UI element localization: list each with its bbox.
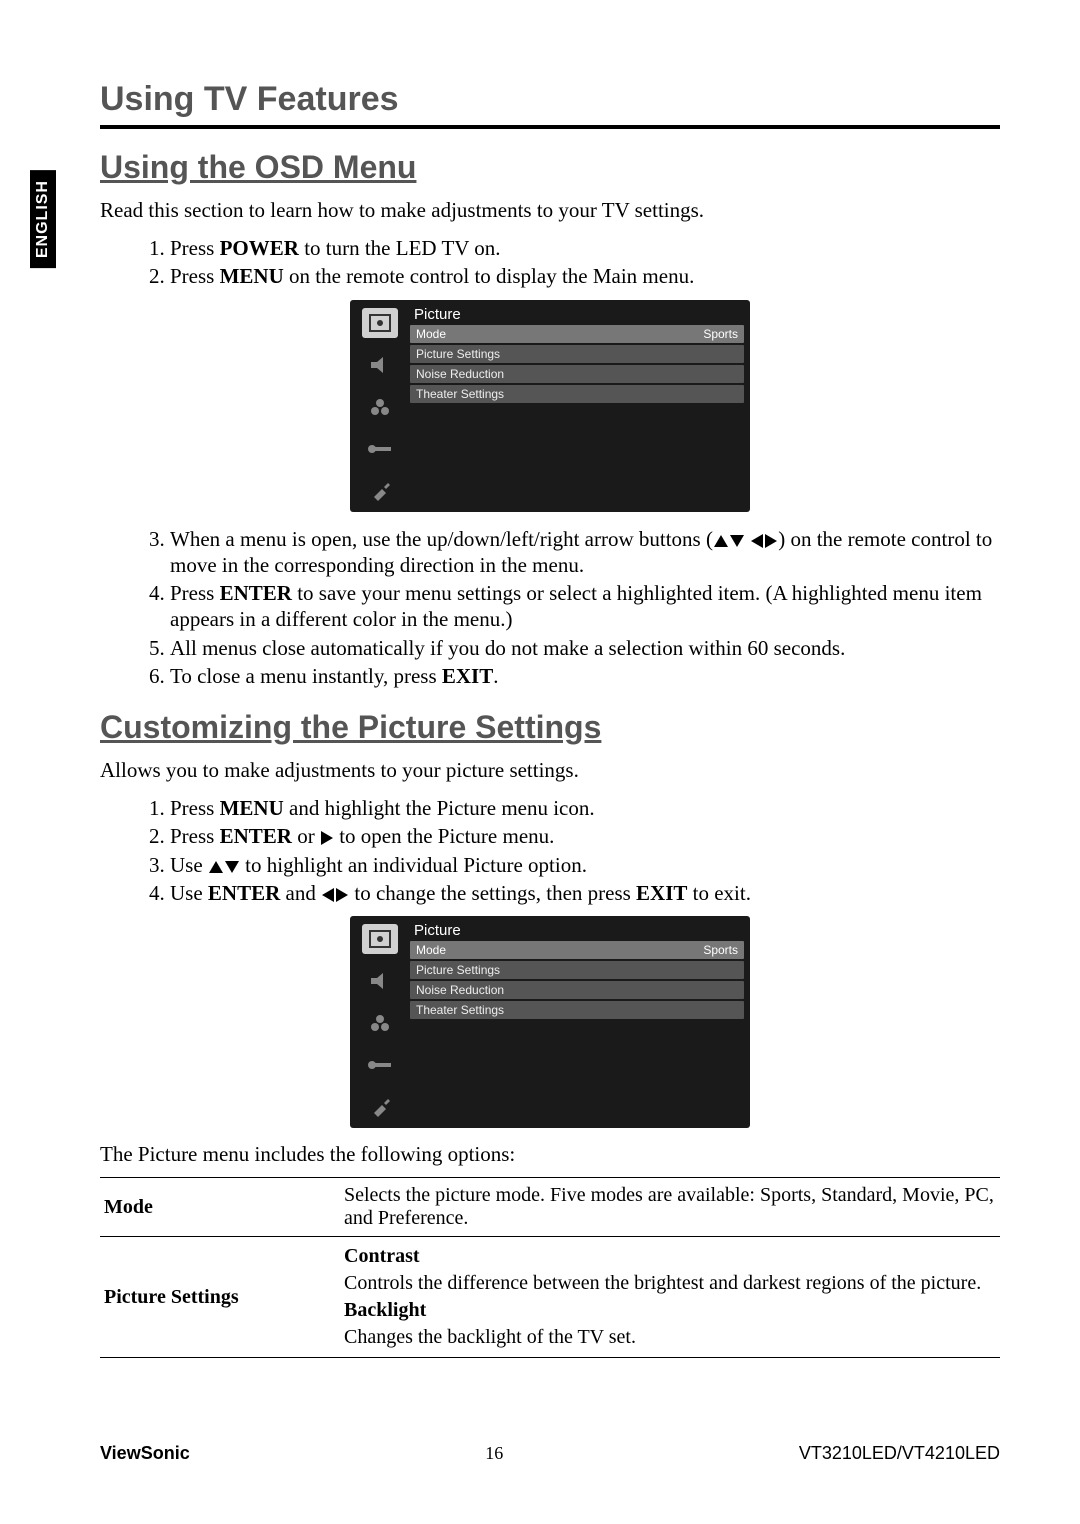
channel-icon	[362, 392, 398, 422]
step-2: Press ENTER or to open the Picture menu.	[170, 823, 1000, 849]
up-down-arrow-icon	[208, 853, 240, 877]
section-heading-picture: Customizing the Picture Settings	[100, 709, 1000, 746]
arrow-buttons-icon	[713, 527, 778, 551]
footer-model: VT3210LED/VT4210LED	[799, 1443, 1000, 1464]
lock-icon	[362, 434, 398, 464]
osd-row-noise-reduction: Noise Reduction	[410, 365, 744, 383]
section1-steps: Press POWER to turn the LED TV on. Press…	[100, 235, 1000, 290]
option-mode-label: Mode	[100, 1178, 340, 1237]
step-2: Press MENU on the remote control to disp…	[170, 263, 1000, 289]
step-5: All menus close automatically if you do …	[170, 635, 1000, 661]
table-row: Picture Settings Contrast Controls the d…	[100, 1237, 1000, 1358]
audio-icon	[362, 966, 398, 996]
options-table: Mode Selects the picture mode. Five mode…	[100, 1177, 1000, 1358]
option-mode-desc: Selects the picture mode. Five modes are…	[340, 1178, 1000, 1237]
right-arrow-icon	[320, 824, 334, 848]
osd-row-picture-settings: Picture Settings	[410, 345, 744, 363]
osd-row-noise-reduction: Noise Reduction	[410, 981, 744, 999]
option-ps-label: Picture Settings	[100, 1237, 340, 1358]
step-6: To close a menu instantly, press EXIT.	[170, 663, 1000, 689]
osd-row-mode: ModeSports	[410, 325, 744, 343]
osd-title: Picture	[410, 306, 744, 325]
language-tab: ENGLISH	[30, 170, 56, 268]
section1-steps-cont: When a menu is open, use the up/down/lef…	[100, 526, 1000, 690]
step-4: Press ENTER to save your menu settings o…	[170, 580, 1000, 633]
table-row: Mode Selects the picture mode. Five mode…	[100, 1178, 1000, 1237]
step-4: Use ENTER and to change the settings, th…	[170, 880, 1000, 906]
options-intro: The Picture menu includes the following …	[100, 1142, 1000, 1167]
page-footer: ViewSonic 16 VT3210LED/VT4210LED	[100, 1443, 1000, 1464]
osd-row-theater-settings: Theater Settings	[410, 1001, 744, 1019]
setup-icon	[362, 476, 398, 506]
osd-row-mode: ModeSports	[410, 941, 744, 959]
picture-icon	[362, 308, 398, 338]
option-ps-desc: Contrast Controls the difference between…	[340, 1237, 1000, 1358]
contrast-heading: Contrast	[344, 1243, 996, 1270]
osd-title: Picture	[410, 922, 744, 941]
step-3: When a menu is open, use the up/down/lef…	[170, 526, 1000, 579]
page-title: Using TV Features	[100, 80, 1000, 119]
step-1: Press MENU and highlight the Picture men…	[170, 795, 1000, 821]
picture-icon	[362, 924, 398, 954]
lock-icon	[362, 1050, 398, 1080]
osd-menu-screenshot-1: Picture ModeSports Picture Settings Nois…	[350, 300, 750, 512]
backlight-heading: Backlight	[344, 1297, 996, 1324]
step-1: Press POWER to turn the LED TV on.	[170, 235, 1000, 261]
section1-intro: Read this section to learn how to make a…	[100, 198, 1000, 223]
backlight-desc: Changes the backlight of the TV set.	[344, 1324, 996, 1351]
setup-icon	[362, 1092, 398, 1122]
step-3: Use to highlight an individual Picture o…	[170, 852, 1000, 878]
left-right-arrow-icon	[321, 881, 349, 905]
osd-row-picture-settings: Picture Settings	[410, 961, 744, 979]
footer-brand: ViewSonic	[100, 1443, 190, 1464]
footer-page-number: 16	[485, 1443, 503, 1464]
divider	[100, 125, 1000, 129]
channel-icon	[362, 1008, 398, 1038]
section2-steps: Press MENU and highlight the Picture men…	[100, 795, 1000, 906]
section2-intro: Allows you to make adjustments to your p…	[100, 758, 1000, 783]
contrast-desc: Controls the difference between the brig…	[344, 1270, 996, 1297]
audio-icon	[362, 350, 398, 380]
section-heading-osd: Using the OSD Menu	[100, 149, 1000, 186]
osd-row-theater-settings: Theater Settings	[410, 385, 744, 403]
osd-menu-screenshot-2: Picture ModeSports Picture Settings Nois…	[350, 916, 750, 1128]
